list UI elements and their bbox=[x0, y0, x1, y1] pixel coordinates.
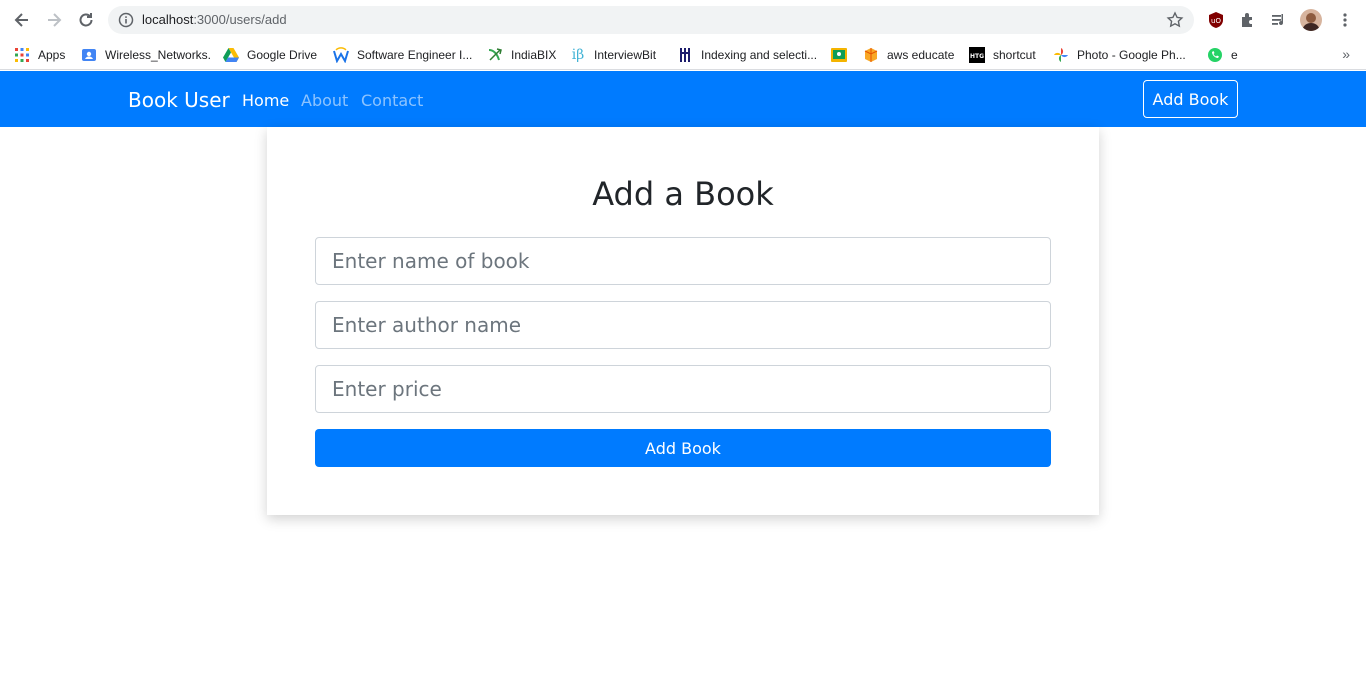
whatsapp-icon bbox=[1207, 47, 1223, 63]
bookmark-indexing[interactable]: Indexing and selecti... bbox=[677, 44, 817, 66]
bookmark-label: Wireless_Networks. bbox=[105, 48, 212, 62]
site-info-icon[interactable] bbox=[118, 12, 134, 33]
interviewbit-icon: iβ bbox=[571, 47, 585, 63]
bookmark-label: Indexing and selecti... bbox=[701, 48, 818, 62]
bookmark-label: Google Drive bbox=[247, 48, 318, 62]
bookmark-icon bbox=[677, 47, 693, 63]
aws-box-icon bbox=[863, 47, 879, 63]
ublock-icon[interactable]: uO bbox=[1205, 9, 1227, 31]
google-photos-icon bbox=[1053, 47, 1069, 63]
bookmark-label: Photo - Google Ph... bbox=[1077, 48, 1186, 62]
browser-toolbar: localhost:3000/users/add uO bbox=[0, 0, 1366, 40]
bookmark-google-drive[interactable]: Google Drive bbox=[223, 44, 317, 66]
bookmark-classroom[interactable] bbox=[831, 44, 855, 66]
url-path: :3000/users/add bbox=[193, 12, 287, 27]
add-book-card: Add a Book Add Book bbox=[267, 127, 1099, 515]
bookmark-label: InterviewBit bbox=[594, 48, 657, 62]
bookmark-label: aws educate bbox=[887, 48, 955, 62]
bookmark-label: Apps bbox=[38, 48, 66, 62]
bookmark-wireless-networks[interactable]: Wireless_Networks. bbox=[81, 44, 211, 66]
bookmarks-bar: Apps Wireless_Networks. Google Drive Sof… bbox=[0, 40, 1366, 70]
url-host: localhost bbox=[142, 12, 194, 27]
nav-link-about[interactable]: About bbox=[301, 91, 348, 110]
bookmark-interviewbit[interactable]: iβ InterviewBit bbox=[570, 44, 656, 66]
address-bar[interactable]: localhost:3000/users/add bbox=[108, 6, 1194, 34]
indiabix-icon bbox=[487, 47, 503, 63]
book-name-input[interactable] bbox=[315, 237, 1051, 285]
navbar-brand[interactable]: Book User bbox=[128, 88, 230, 112]
price-input[interactable] bbox=[315, 365, 1051, 413]
htg-icon: HTG bbox=[969, 47, 985, 63]
submit-add-book-button[interactable]: Add Book bbox=[315, 429, 1051, 467]
url-text: localhost:3000/users/add bbox=[142, 12, 287, 27]
media-queue-icon[interactable] bbox=[1268, 9, 1290, 31]
bookmark-aws-educate[interactable]: aws educate bbox=[863, 44, 954, 66]
app-navbar: Book User Home About Contact Add Book bbox=[0, 71, 1366, 127]
bookmark-indiabix[interactable]: IndiaBIX bbox=[487, 44, 556, 66]
browser-menu-icon[interactable] bbox=[1334, 9, 1356, 31]
google-drive-icon bbox=[223, 47, 239, 63]
nav-link-contact[interactable]: Contact bbox=[361, 91, 423, 110]
contact-card-icon bbox=[81, 47, 97, 63]
forward-icon[interactable] bbox=[42, 8, 66, 32]
navbar-add-book-button[interactable]: Add Book bbox=[1143, 80, 1238, 118]
w-logo-icon bbox=[333, 47, 349, 63]
author-name-input[interactable] bbox=[315, 301, 1051, 349]
apps-grid-icon bbox=[14, 47, 30, 63]
bookmark-shortcut[interactable]: HTG shortcut bbox=[969, 44, 1036, 66]
bookmark-star-icon[interactable] bbox=[1166, 11, 1184, 34]
form-title: Add a Book bbox=[592, 175, 774, 213]
classroom-icon bbox=[831, 47, 847, 63]
svg-text:HTG: HTG bbox=[970, 53, 984, 60]
svg-text:uO: uO bbox=[1211, 17, 1221, 25]
nav-link-home[interactable]: Home bbox=[242, 91, 289, 110]
back-icon[interactable] bbox=[10, 8, 34, 32]
reload-icon[interactable] bbox=[74, 8, 98, 32]
bookmark-whatsapp[interactable]: e bbox=[1207, 44, 1238, 66]
bookmark-label: IndiaBIX bbox=[511, 48, 557, 62]
bookmark-apps[interactable]: Apps bbox=[14, 44, 65, 66]
bookmark-label: e bbox=[1231, 48, 1238, 62]
bookmark-label: shortcut bbox=[993, 48, 1036, 62]
bookmarks-overflow-icon[interactable]: » bbox=[1342, 46, 1350, 62]
bookmark-google-photos[interactable]: Photo - Google Ph... bbox=[1053, 44, 1186, 66]
bookmark-software-engineer[interactable]: Software Engineer I... bbox=[333, 44, 472, 66]
extensions-puzzle-icon[interactable] bbox=[1237, 9, 1259, 31]
profile-avatar-icon[interactable] bbox=[1300, 9, 1322, 31]
bookmark-label: Software Engineer I... bbox=[357, 48, 473, 62]
